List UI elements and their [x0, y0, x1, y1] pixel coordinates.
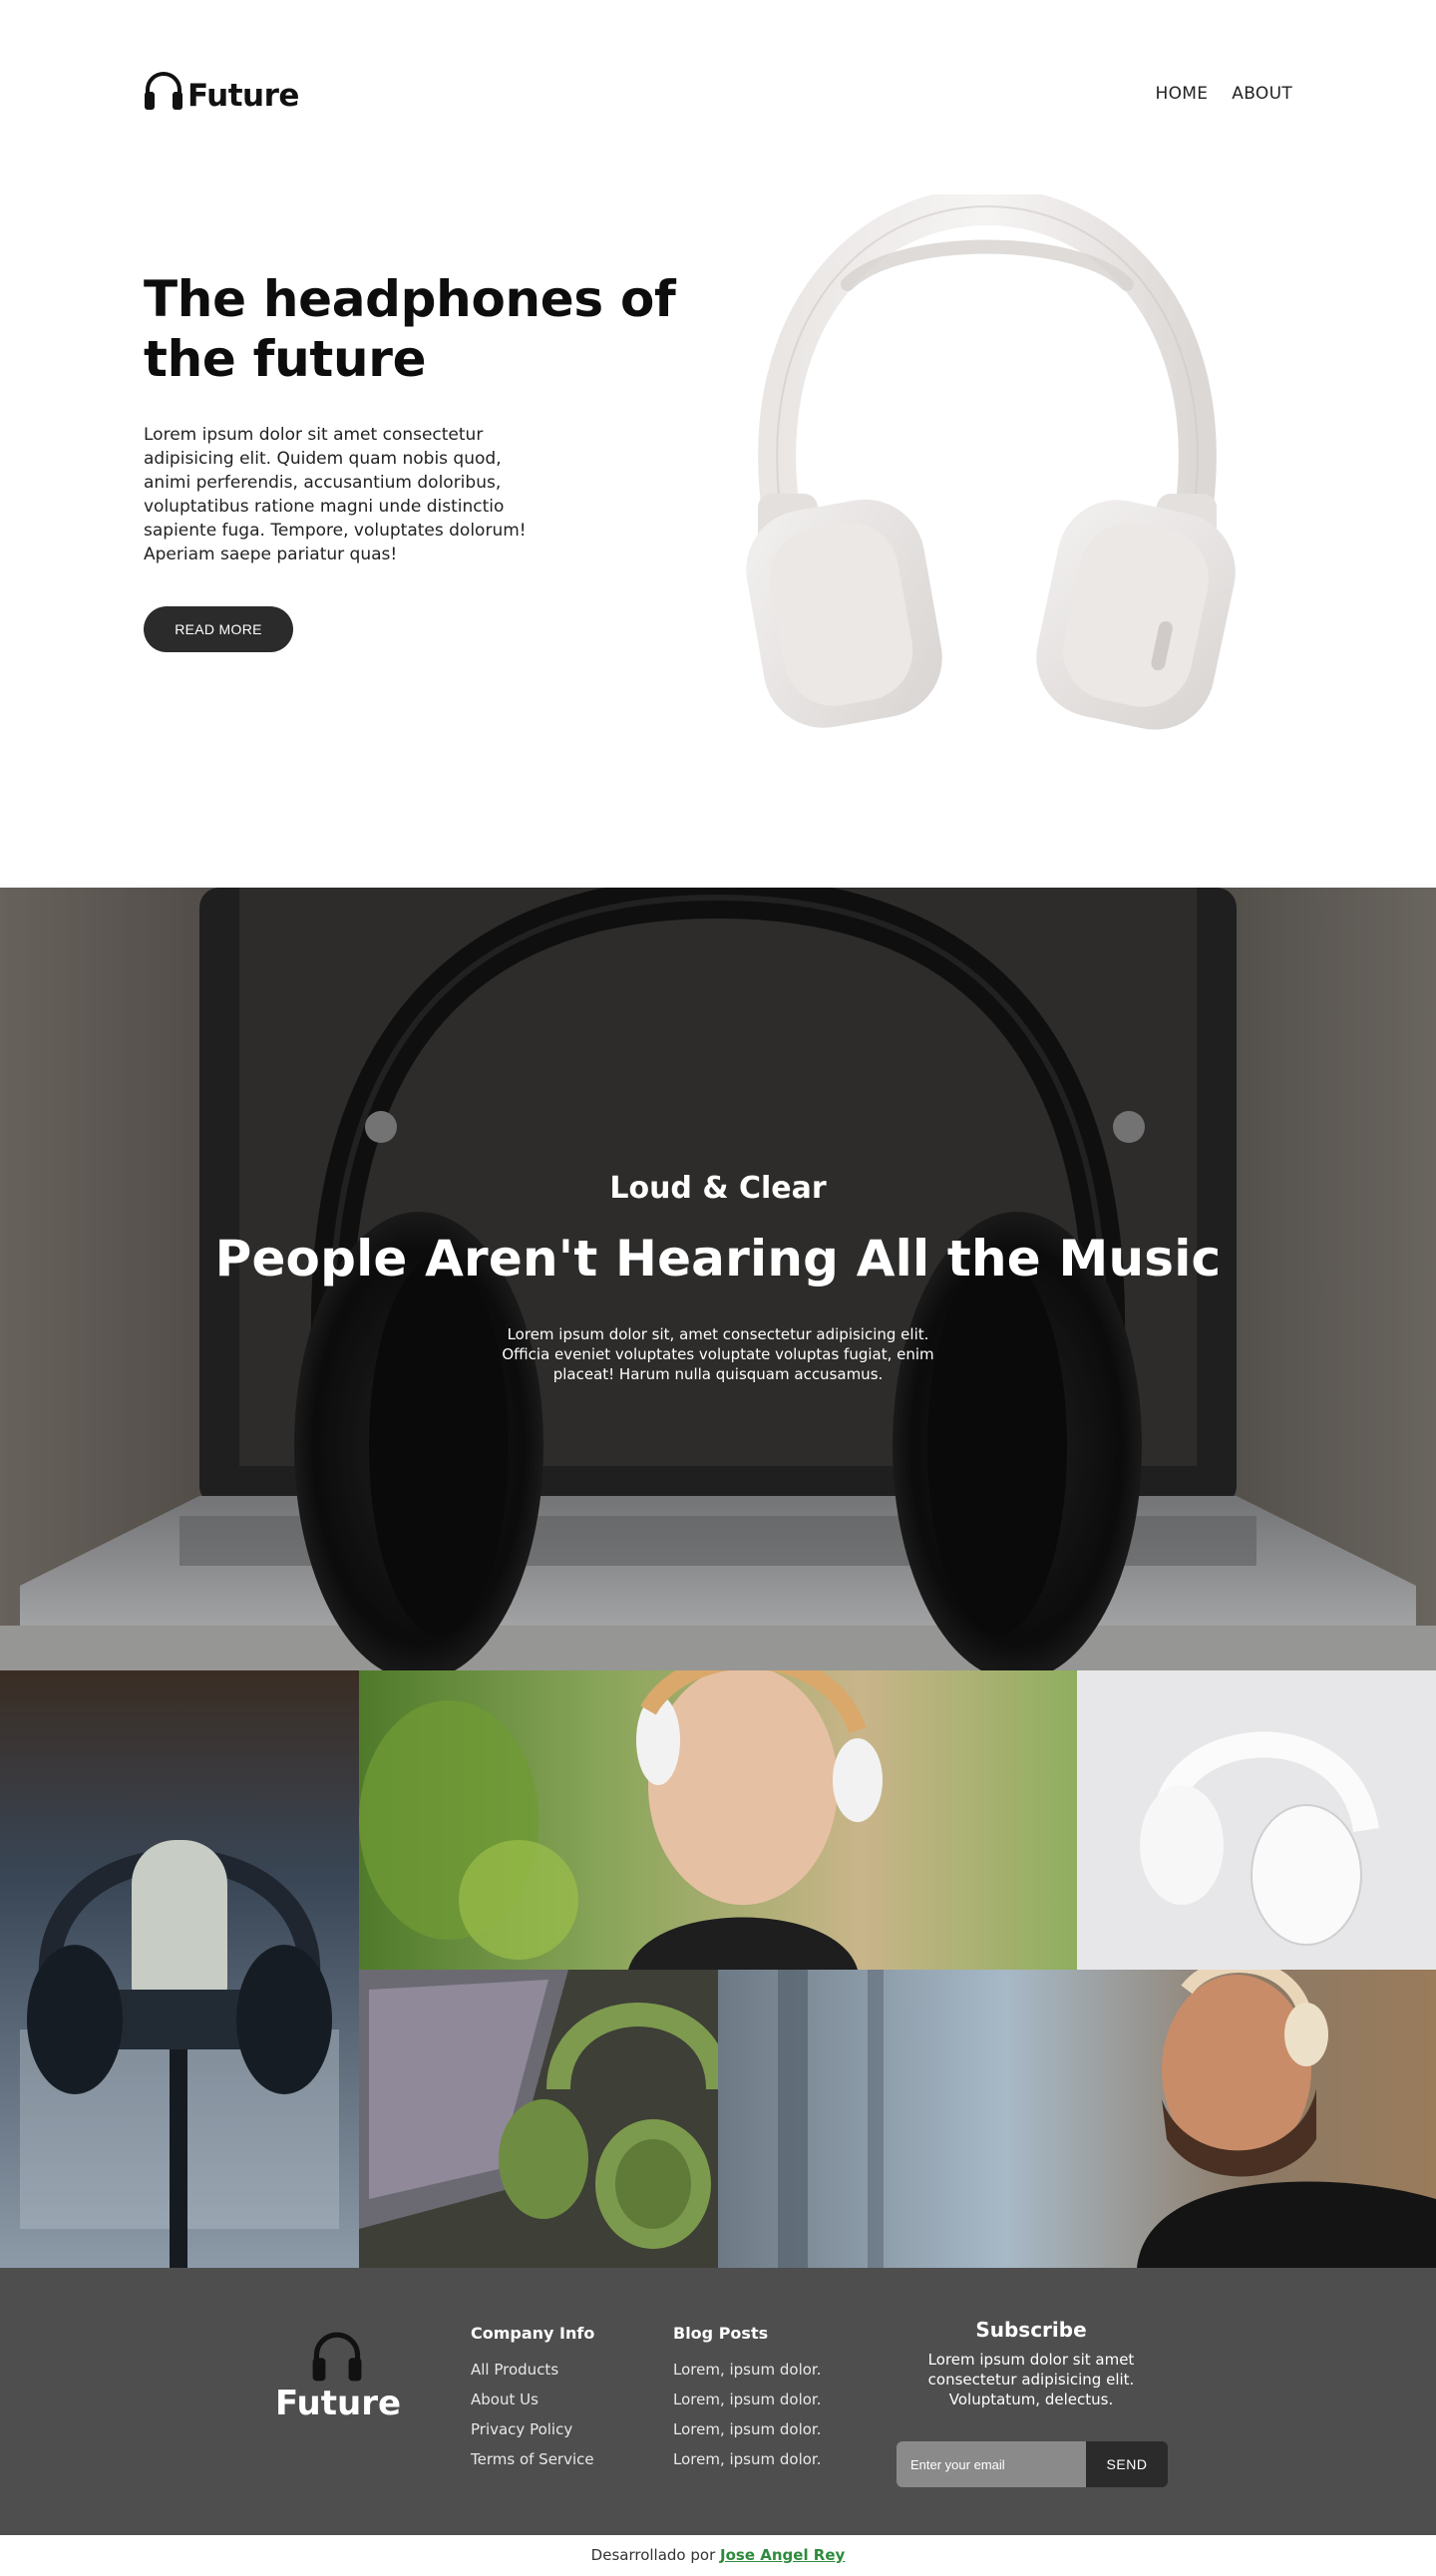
subscribe-heading: Subscribe — [975, 2318, 1087, 2342]
banner-subtitle: Loud & Clear — [609, 1171, 827, 1206]
footer-link-about-us[interactable]: About Us — [471, 2385, 594, 2414]
send-button[interactable]: SEND — [1086, 2441, 1168, 2487]
gallery-woman-image — [359, 1670, 1077, 1970]
email-input[interactable] — [897, 2441, 1086, 2487]
subscribe-section: Subscribe Lorem ipsum dolor sit amet con… — [896, 2318, 1167, 2409]
footer-link-all-products[interactable]: All Products — [471, 2355, 594, 2385]
credits-bar: Desarrollado por Jose Angel Rey — [0, 2535, 1436, 2576]
main-nav: HOME ABOUT — [1156, 84, 1292, 104]
brand-logo[interactable]: Future — [144, 70, 299, 112]
brand-name: Future — [187, 78, 299, 114]
blog-post-link[interactable]: Lorem, ipsum dolor. — [673, 2385, 821, 2414]
read-more-button[interactable]: READ MORE — [144, 606, 293, 652]
gallery-white-headphones-image — [1077, 1670, 1436, 1970]
footer-brand-name: Future — [275, 2384, 402, 2423]
blog-posts-column: Blog Posts Lorem, ipsum dolor. Lorem, ip… — [673, 2324, 821, 2474]
gallery-microphone-image — [0, 1670, 359, 2268]
hero-description: Lorem ipsum dolor sit amet consectetur a… — [144, 425, 527, 564]
company-info-column: Company Info All Products About Us Priva… — [471, 2324, 594, 2474]
footer-link-terms-of-service[interactable]: Terms of Service — [471, 2444, 594, 2474]
gallery-green-headphones-image — [359, 1970, 718, 2268]
subscribe-description: Lorem ipsum dolor sit amet consectetur a… — [927, 2351, 1135, 2408]
banner-description: Lorem ipsum dolor sit, amet consectetur … — [502, 1325, 934, 1383]
photo-gallery — [0, 1670, 1436, 2268]
headphones-icon — [312, 2332, 362, 2382]
blog-posts-heading: Blog Posts — [673, 2324, 769, 2343]
company-info-heading: Company Info — [471, 2324, 595, 2343]
headphones-icon — [145, 72, 182, 110]
blog-post-link[interactable]: Lorem, ipsum dolor. — [673, 2444, 821, 2474]
hero-title: The headphones of the future — [144, 270, 676, 388]
footer-link-privacy-policy[interactable]: Privacy Policy — [471, 2414, 594, 2444]
credits-prefix: Desarrollado por — [590, 2546, 716, 2564]
gallery-smiling-man-image — [718, 1970, 1436, 2268]
nav-home-link[interactable]: HOME — [1156, 84, 1209, 104]
site-footer: Future Company Info All Products About U… — [0, 2268, 1436, 2535]
blog-post-link[interactable]: Lorem, ipsum dolor. — [673, 2414, 821, 2444]
banner-title: People Aren't Hearing All the Music — [214, 1230, 1222, 1288]
site-header: Future HOME ABOUT — [0, 0, 1436, 199]
author-link[interactable]: Jose Angel Rey — [720, 2546, 845, 2564]
blog-post-link[interactable]: Lorem, ipsum dolor. — [673, 2355, 821, 2385]
nav-about-link[interactable]: ABOUT — [1232, 84, 1292, 104]
footer-brand-logo[interactable]: Future — [275, 2330, 402, 2423]
promo-banner: Loud & Clear People Aren't Hearing All t… — [0, 888, 1436, 1670]
hero-headphones-image — [728, 186, 1247, 733]
subscribe-form: SEND — [897, 2441, 1168, 2487]
